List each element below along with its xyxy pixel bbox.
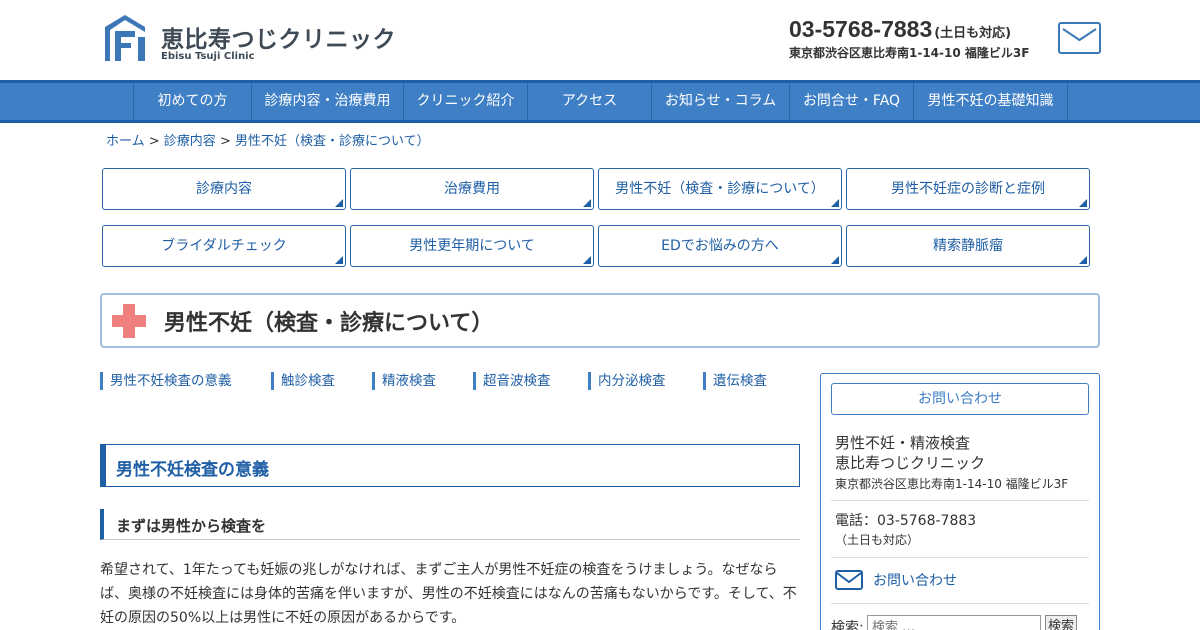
submenu-diagnosis[interactable]: 男性不妊症の診断と症例 [846, 168, 1090, 210]
envelope-icon [1062, 28, 1097, 42]
submenu-menopause[interactable]: 男性更年期について [350, 225, 594, 267]
anchor-endocrine[interactable]: 内分泌検査 [588, 372, 666, 390]
submenu-label: 精索静脈瘤 [933, 238, 1003, 254]
submenu-services[interactable]: 診療内容 [102, 168, 346, 210]
submenu-label: EDでお悩みの方へ [661, 238, 779, 254]
nav-item-clinic[interactable]: クリニック紹介 [404, 83, 528, 120]
site-logo[interactable]: 恵比寿つじクリニック Ebisu Tsuji Clinic [103, 13, 396, 65]
corner-arrow-icon [831, 256, 839, 264]
search-input[interactable] [867, 615, 1041, 630]
sidebar-divider [831, 557, 1089, 558]
section-heading-box: 男性不妊検査の意義 [100, 444, 800, 487]
phone-note: (土日も対応) [934, 26, 1012, 41]
corner-arrow-icon [1079, 256, 1087, 264]
corner-arrow-icon [831, 199, 839, 207]
mail-button[interactable] [1058, 22, 1101, 54]
phone-number: 03-5768-7883 [789, 16, 933, 42]
header-phone: 03-5768-7883 (土日も対応) [789, 16, 1049, 43]
submenu-label: 男性更年期について [409, 238, 535, 254]
clinic-logo-icon [105, 15, 145, 61]
submenu-label: 診療内容 [196, 181, 252, 197]
sidebar-mail-text: お問い合わせ [873, 573, 957, 589]
header-address: 東京都渋谷区恵比寿南1-14-10 福隆ビル3F [789, 46, 1030, 60]
nav-list: 初めての方 診療内容・治療費用 クリニック紹介 アクセス お知らせ・コラム お問… [133, 83, 1068, 120]
nav-item-news[interactable]: お知らせ・コラム [652, 83, 790, 120]
submenu-varicocele[interactable]: 精索静脈瘤 [846, 225, 1090, 267]
logo-subtitle: Ebisu Tsuji Clinic [161, 51, 255, 62]
breadcrumb-home[interactable]: ホーム [106, 134, 145, 149]
header-contact: 03-5768-7883 (土日も対応) 東京都渋谷区恵比寿南1-14-10 福隆… [789, 16, 1049, 61]
submenu-costs[interactable]: 治療費用 [350, 168, 594, 210]
site-header: 恵比寿つじクリニック Ebisu Tsuji Clinic 03-5768-78… [0, 0, 1200, 80]
nav-item-access[interactable]: アクセス [528, 83, 652, 120]
submenu-label: ブライダルチェック [161, 238, 287, 254]
sidebar-clinic-tagline: 男性不妊・精液検査 [835, 434, 971, 452]
sidebar-contact-button[interactable]: お問い合わせ [831, 383, 1089, 415]
sidebar-divider [831, 500, 1089, 501]
submenu-label: 治療費用 [444, 181, 500, 197]
anchor-palpation[interactable]: 触診検査 [271, 372, 335, 390]
sidebar: お問い合わせ 男性不妊・精液検査 恵比寿つじクリニック 東京都渋谷区恵比寿南1-… [820, 373, 1100, 630]
submenu-label: 男性不妊（検査・診療について） [615, 181, 825, 197]
sidebar-address: 東京都渋谷区恵比寿南1-14-10 福隆ビル3F [835, 477, 1069, 491]
breadcrumb-separator: > [215, 134, 235, 149]
subsection-heading-box: まずは男性から検査を [100, 509, 800, 540]
submenu-bridal-check[interactable]: ブライダルチェック [102, 225, 346, 267]
breadcrumb-current[interactable]: 男性不妊（検査・診療について） [235, 134, 430, 149]
corner-arrow-icon [335, 199, 343, 207]
nav-item-faq[interactable]: お問合せ・FAQ [790, 83, 914, 120]
anchor-genetic[interactable]: 遺伝検査 [703, 372, 767, 390]
anchor-significance[interactable]: 男性不妊検査の意義 [100, 372, 232, 390]
sidebar-phone: 電話：03-5768-7883 [835, 513, 977, 529]
breadcrumb-separator: > [144, 134, 164, 149]
page-title-box: 男性不妊（検査・診療について） [100, 293, 1100, 348]
corner-arrow-icon [335, 256, 343, 264]
submenu-male-infertility[interactable]: 男性不妊（検査・診療について） [598, 168, 842, 210]
corner-arrow-icon [583, 199, 591, 207]
body-paragraph: 希望されて、1年たっても妊娠の兆しがなければ、まずご主人が男性不妊症の検査をうけ… [100, 562, 797, 626]
subsection-heading: まずは男性から検査を [116, 517, 267, 535]
nav-item-treatment[interactable]: 診療内容・治療費用 [252, 83, 404, 120]
sidebar-clinic-name: 恵比寿つじクリニック [835, 454, 986, 472]
logo-text: 恵比寿つじクリニック [161, 27, 396, 53]
medical-cross-icon [112, 304, 146, 338]
breadcrumb-parent[interactable]: 診療内容 [164, 134, 216, 149]
search-label: 検索: [831, 620, 864, 630]
corner-arrow-icon [1079, 199, 1087, 207]
nav-item-basics[interactable]: 男性不妊の基礎知識 [914, 83, 1068, 120]
anchor-semen[interactable]: 精液検査 [372, 372, 436, 390]
sidebar-phone-note: （土日も対応） [835, 533, 920, 547]
nav-item-first-visit[interactable]: 初めての方 [134, 83, 252, 120]
breadcrumb: ホーム > 診療内容 > 男性不妊（検査・診療について） [106, 130, 430, 149]
anchor-ultrasound[interactable]: 超音波検査 [473, 372, 551, 390]
global-nav: 初めての方 診療内容・治療費用 クリニック紹介 アクセス お知らせ・コラム お問… [0, 80, 1200, 123]
sidebar-divider [831, 603, 1089, 604]
submenu-label: 男性不妊症の診断と症例 [891, 181, 1045, 197]
search-button[interactable]: 検索 [1045, 615, 1077, 630]
section-heading: 男性不妊検査の意義 [116, 460, 269, 480]
submenu-ed[interactable]: EDでお悩みの方へ [598, 225, 842, 267]
corner-arrow-icon [583, 256, 591, 264]
page-title: 男性不妊（検査・診療について） [164, 311, 494, 336]
envelope-icon [835, 570, 863, 590]
